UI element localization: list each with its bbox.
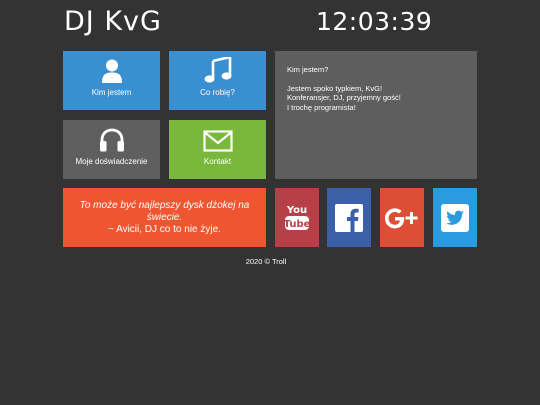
tile-music[interactable]: Co robię?: [169, 51, 266, 110]
tile-about-label: Kim jestem: [91, 88, 132, 97]
tile-experience[interactable]: Moje doświadczenie: [63, 120, 160, 179]
info-line: Jestem spoko typkiem, KvG!: [287, 83, 383, 93]
quote-author: ~ Avicii, DJ co to nie żyje.: [108, 223, 221, 235]
twitter-icon: [441, 203, 469, 232]
headphones-icon: [99, 128, 124, 152]
footer-copyright: 2020 © Troll: [245, 257, 287, 266]
tile-about[interactable]: Kim jestem: [63, 51, 160, 110]
envelope-icon: [202, 130, 233, 152]
tile-contact[interactable]: Kontakt: [169, 120, 266, 179]
info-line: I trochę programista!: [287, 102, 356, 112]
info-line: Konferansjer, DJ, przyjemny gość!: [287, 93, 401, 102]
google-plus-link[interactable]: [380, 188, 424, 247]
quote-box: To może być najlepszy dysk dżokej na świ…: [63, 188, 266, 247]
facebook-link[interactable]: [327, 188, 371, 247]
svg-text:You: You: [286, 205, 307, 216]
facebook-icon: [335, 203, 363, 232]
user-icon: [101, 59, 122, 83]
info-panel: Kim jestem? Jestem spoko typkiem, KvG! K…: [275, 51, 477, 179]
tile-experience-label: Moje doświadczenie: [75, 157, 148, 166]
twitter-link[interactable]: [433, 188, 477, 247]
tile-contact-label: Kontakt: [203, 157, 232, 166]
music-note-icon: [204, 57, 231, 83]
info-question: Kim jestem?: [287, 65, 329, 74]
quote-text: To może być najlepszy dysk dżokej na świ…: [79, 199, 250, 223]
site-title: DJ KvG: [64, 6, 162, 37]
youtube-link[interactable]: You Tube: [275, 188, 319, 247]
svg-text:Tube: Tube: [284, 219, 310, 230]
clock: 12:03:39: [316, 7, 433, 36]
google-plus-icon: [385, 207, 418, 228]
tile-music-label: Co robię?: [200, 88, 235, 97]
youtube-icon: You Tube: [284, 205, 310, 230]
